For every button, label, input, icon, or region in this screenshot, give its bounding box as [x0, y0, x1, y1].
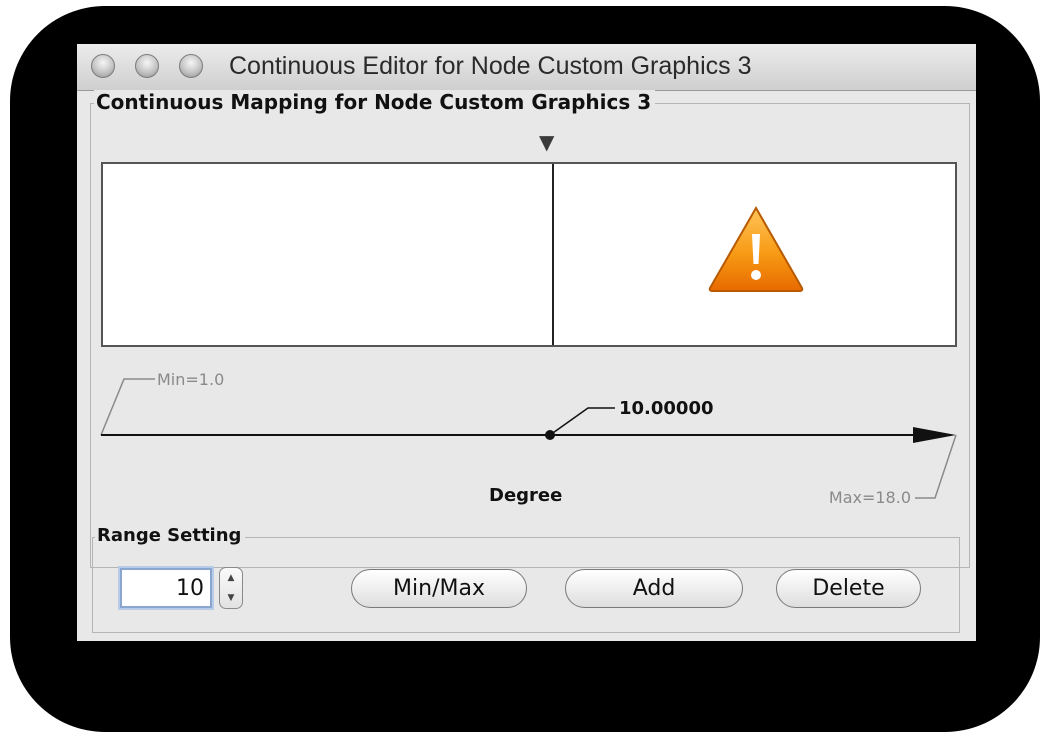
min-label: Min=1.0 — [157, 370, 224, 389]
editor-window: Continuous Editor for Node Custom Graphi… — [77, 44, 976, 641]
range-value-field[interactable]: 10 — [120, 568, 212, 608]
mapping-canvas[interactable] — [101, 162, 957, 347]
range-stepper[interactable]: ▲ ▼ — [219, 567, 243, 609]
delete-button[interactable]: Delete — [776, 569, 921, 608]
point-handle[interactable] — [545, 430, 555, 440]
max-leader-line — [915, 434, 957, 499]
value-leader-line — [549, 407, 615, 436]
axis-label: Degree — [489, 485, 563, 506]
min-max-button[interactable]: Min/Max — [351, 569, 527, 608]
title-bar[interactable]: Continuous Editor for Node Custom Graphi… — [77, 44, 976, 91]
axis-arrow-icon — [913, 427, 956, 443]
stepper-down-icon[interactable]: ▼ — [220, 588, 242, 608]
minimize-button[interactable] — [135, 54, 159, 78]
max-label: Max=18.0 — [829, 488, 911, 507]
close-button[interactable] — [91, 54, 115, 78]
range-group-title: Range Setting — [95, 525, 246, 546]
stepper-up-icon[interactable]: ▲ — [220, 568, 242, 588]
zoom-button[interactable] — [179, 54, 203, 78]
mapping-divider[interactable] — [552, 164, 554, 345]
add-button[interactable]: Add — [565, 569, 743, 608]
warning-triangle-icon — [708, 205, 804, 292]
min-leader-line — [100, 378, 155, 436]
slider-thumb-icon[interactable]: ▼ — [539, 132, 554, 152]
point-value-label: 10.00000 — [619, 398, 714, 419]
window-title: Continuous Editor for Node Custom Graphi… — [229, 52, 752, 80]
mapping-group-title: Continuous Mapping for Node Custom Graph… — [94, 90, 656, 114]
